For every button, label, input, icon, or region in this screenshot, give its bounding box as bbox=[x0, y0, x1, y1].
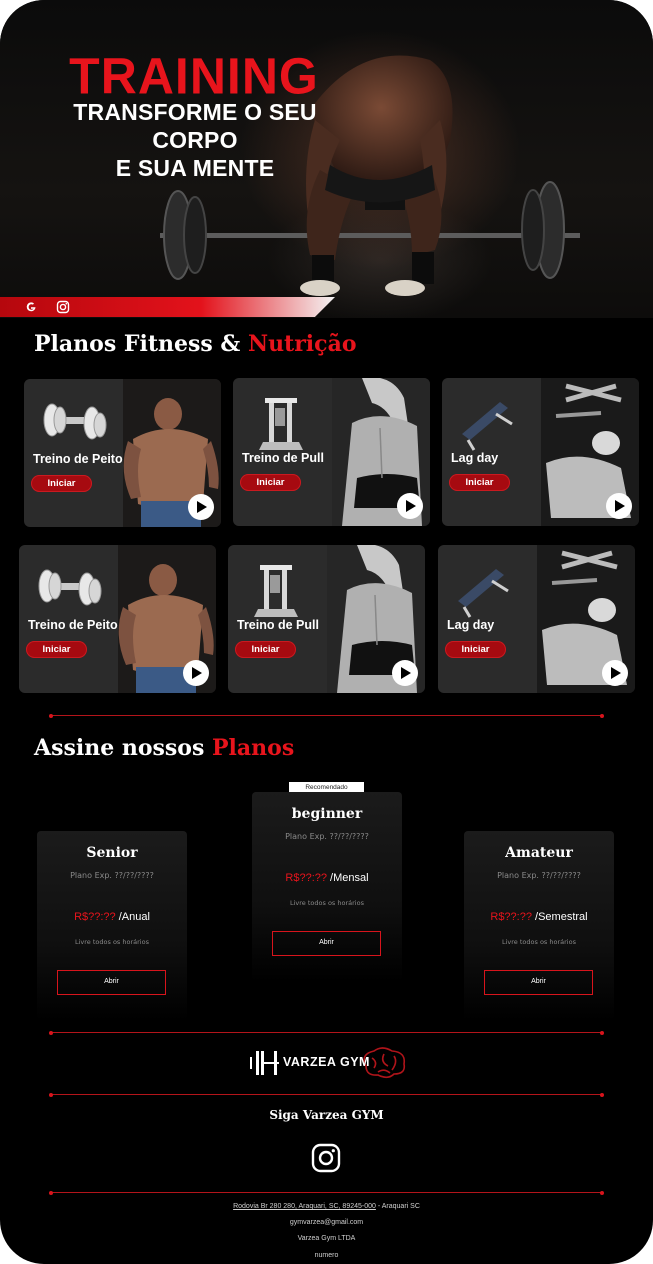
instagram-icon[interactable] bbox=[55, 299, 71, 315]
workout-card-label: Lag day bbox=[451, 451, 499, 465]
plan-card-amateur: Amateur Plano Exp. ??/??/???? R$??:?? /S… bbox=[464, 831, 614, 1021]
follow-heading: Siga Varzea GYM bbox=[269, 1108, 384, 1122]
plan-name: beginner bbox=[291, 806, 363, 822]
footer-email[interactable]: gymvarzea@gmail.com bbox=[0, 1219, 653, 1226]
hero-title: TRAINING bbox=[69, 47, 319, 105]
play-icon bbox=[197, 501, 207, 513]
bench-icon bbox=[458, 569, 509, 618]
plan-price-period: /Semestral bbox=[531, 911, 588, 923]
plan-card-beginner: beginner Plano Exp. ??/??/???? R$??:?? /… bbox=[252, 792, 402, 982]
footer-number: numero bbox=[314, 1252, 339, 1259]
workout-card-label: Treino de Peito bbox=[28, 618, 118, 632]
hero-banner: TRAINING TRANSFORME O SEU CORPO E SUA ME… bbox=[0, 0, 653, 318]
address-suffix: - Araquari SC bbox=[375, 1203, 420, 1210]
plans-section-title: Assine nossos Planos bbox=[34, 735, 294, 761]
plan-price-period: /Mensal bbox=[327, 872, 369, 884]
fitness-title-main: Planos Fitness & bbox=[34, 331, 248, 357]
plan-expiration: Plano Exp. ??/??/???? bbox=[497, 871, 581, 880]
google-icon[interactable] bbox=[23, 299, 39, 315]
plan-hours: Livre todos os horários bbox=[502, 938, 576, 946]
workout-card-label: Treino de Pull bbox=[242, 451, 324, 465]
plans-title-accent: Planos bbox=[212, 735, 295, 761]
workout-card[interactable]: Lag day Iniciar bbox=[442, 378, 639, 526]
play-button[interactable] bbox=[397, 493, 423, 519]
brand-name: VARZEA GYM bbox=[283, 1055, 370, 1069]
section-divider bbox=[49, 1092, 604, 1097]
hero-subtitle-line1: TRANSFORME O SEU CORPO bbox=[73, 99, 317, 153]
brain-icon bbox=[363, 1047, 406, 1079]
workout-card[interactable]: Treino de Pull Iniciar bbox=[228, 545, 425, 693]
open-plan-button[interactable]: Abrir bbox=[484, 970, 593, 995]
plan-price-amount: R$??:?? bbox=[285, 872, 327, 884]
play-icon bbox=[401, 667, 411, 679]
workout-card-label: Lag day bbox=[447, 618, 495, 632]
footer-company: Varzea Gym LTDA bbox=[297, 1235, 356, 1242]
instagram-icon[interactable] bbox=[311, 1143, 341, 1173]
address-link[interactable]: Rodovia Br 280 280, Araquari, SC, 89245-… bbox=[233, 1203, 376, 1210]
play-button[interactable] bbox=[392, 660, 418, 686]
barbell-logo-icon bbox=[250, 1051, 279, 1075]
plan-price: R$??:?? /Mensal bbox=[252, 872, 402, 884]
workout-card[interactable]: Treino de Pull Iniciar bbox=[233, 378, 430, 526]
plan-price-amount: R$??:?? bbox=[490, 911, 532, 923]
workout-card[interactable]: Treino de Peito Iniciar bbox=[19, 545, 216, 693]
open-plan-button[interactable]: Abrir bbox=[57, 970, 166, 995]
workout-card[interactable]: Lag day Iniciar bbox=[438, 545, 635, 693]
play-button[interactable] bbox=[602, 660, 628, 686]
play-button[interactable] bbox=[188, 494, 214, 520]
start-button[interactable]: Iniciar bbox=[449, 474, 510, 491]
fitness-title-accent: Nutrição bbox=[247, 331, 357, 357]
plan-name: Amateur bbox=[505, 845, 573, 861]
plan-expiration: Plano Exp. ??/??/???? bbox=[285, 832, 369, 841]
pull-machine-icon bbox=[259, 398, 303, 450]
section-divider bbox=[49, 1190, 604, 1195]
phone-screen: TRAINING TRANSFORME O SEU CORPO E SUA ME… bbox=[0, 0, 653, 1264]
start-button[interactable]: Iniciar bbox=[26, 641, 87, 658]
plans-title-main: Assine nossos bbox=[34, 735, 213, 761]
start-button[interactable]: Iniciar bbox=[445, 641, 506, 658]
plan-price: R$??:?? /Anual bbox=[37, 911, 187, 923]
workout-card-label: Treino de Pull bbox=[237, 618, 319, 632]
plan-price: R$??:?? /Semestral bbox=[464, 911, 614, 923]
pull-machine-icon bbox=[254, 565, 298, 617]
bench-icon bbox=[462, 402, 513, 451]
play-icon bbox=[192, 667, 202, 679]
hero-subtitle: TRANSFORME O SEU CORPO E SUA MENTE bbox=[60, 98, 330, 182]
section-divider bbox=[49, 713, 604, 718]
play-button[interactable] bbox=[183, 660, 209, 686]
plan-name: Senior bbox=[86, 845, 138, 861]
plan-price-amount: R$??:?? bbox=[74, 911, 116, 923]
footer-address: Rodovia Br 280 280, Araquari, SC, 89245-… bbox=[0, 1203, 653, 1210]
fitness-section-title: Planos Fitness & Nutrição bbox=[34, 331, 357, 357]
open-plan-button[interactable]: Abrir bbox=[272, 931, 381, 956]
plan-expiration: Plano Exp. ??/??/???? bbox=[70, 871, 154, 880]
start-button[interactable]: Iniciar bbox=[31, 475, 92, 492]
workout-card-label: Treino de Peito bbox=[33, 452, 123, 466]
plan-card-senior: Senior Plano Exp. ??/??/???? R$??:?? /An… bbox=[37, 831, 187, 1021]
start-button[interactable]: Iniciar bbox=[240, 474, 301, 491]
play-icon bbox=[406, 500, 416, 512]
play-icon bbox=[615, 500, 625, 512]
start-button[interactable]: Iniciar bbox=[235, 641, 296, 658]
play-icon bbox=[611, 667, 621, 679]
plan-hours: Livre todos os horários bbox=[75, 938, 149, 946]
dumbbell-icon bbox=[38, 569, 102, 606]
workout-card[interactable]: Treino de Peito Iniciar bbox=[24, 379, 221, 527]
social-strip bbox=[0, 297, 335, 317]
plan-price-period: /Anual bbox=[115, 911, 150, 923]
play-button[interactable] bbox=[606, 493, 632, 519]
hero-subtitle-line2: E SUA MENTE bbox=[115, 155, 275, 181]
dumbbell-icon bbox=[43, 403, 107, 440]
section-divider bbox=[49, 1030, 604, 1035]
plan-hours: Livre todos os horários bbox=[290, 899, 364, 907]
